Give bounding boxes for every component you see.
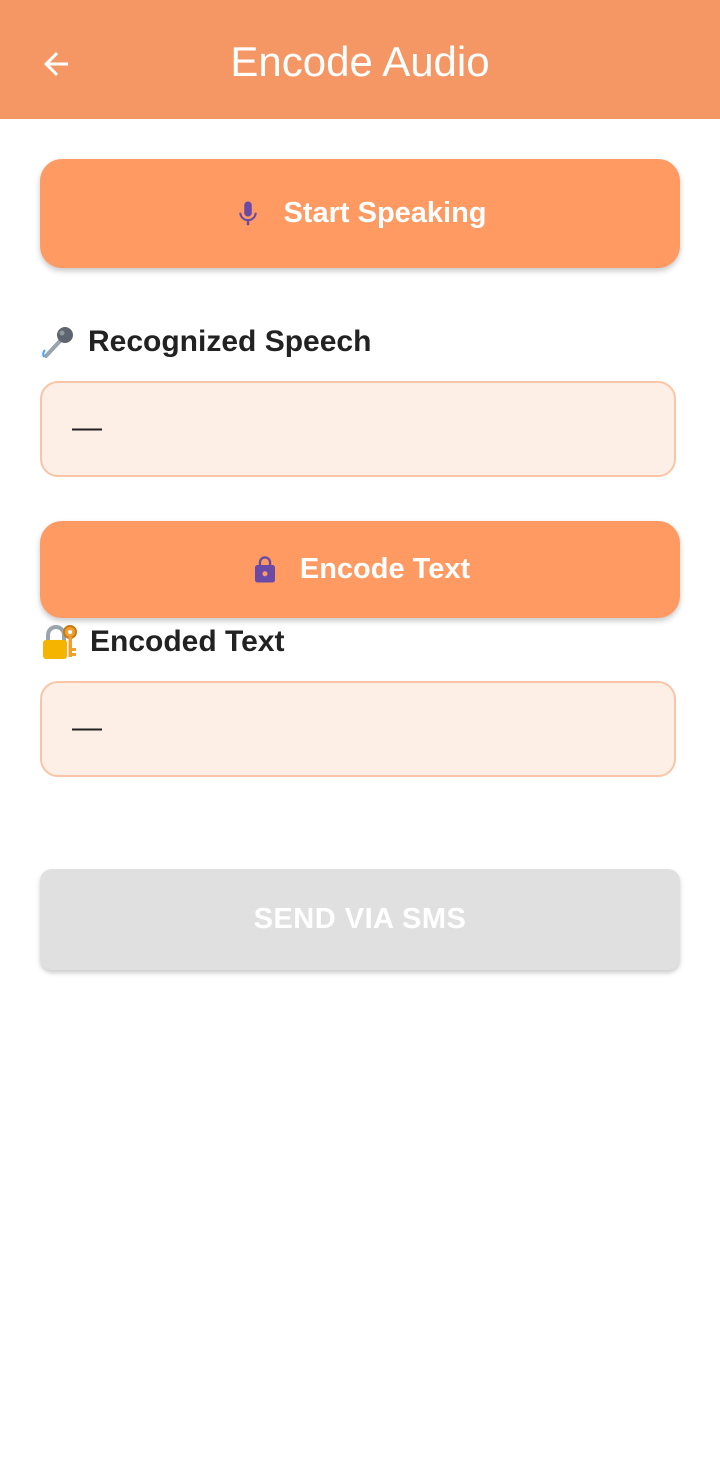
encoded-text-value: — — [72, 711, 102, 744]
start-speaking-label: Start Speaking — [283, 197, 487, 229]
microphone-emoji-icon — [40, 324, 76, 360]
recognized-speech-field: — — [40, 381, 676, 477]
recognized-speech-label: Recognized Speech — [88, 325, 372, 358]
send-via-sms-button[interactable]: SEND VIA SMS — [40, 869, 680, 970]
encoded-text-heading: Encoded Text — [40, 622, 284, 662]
recognized-speech-value: — — [72, 411, 102, 444]
app-bar: Encode Audio — [0, 0, 720, 119]
start-speaking-button[interactable]: Start Speaking — [40, 159, 680, 268]
page-title: Encode Audio — [230, 38, 490, 85]
microphone-icon — [233, 197, 263, 231]
recognized-speech-heading: Recognized Speech — [40, 322, 371, 362]
lock-with-key-emoji-icon — [40, 623, 78, 661]
lock-icon — [250, 552, 280, 588]
encode-text-label: Encode Text — [299, 553, 471, 585]
send-via-sms-label: SEND VIA SMS — [253, 903, 467, 935]
encoded-text-field: — — [40, 681, 676, 777]
encoded-text-label: Encoded Text — [90, 625, 285, 658]
encode-text-button[interactable]: Encode Text — [40, 521, 680, 618]
